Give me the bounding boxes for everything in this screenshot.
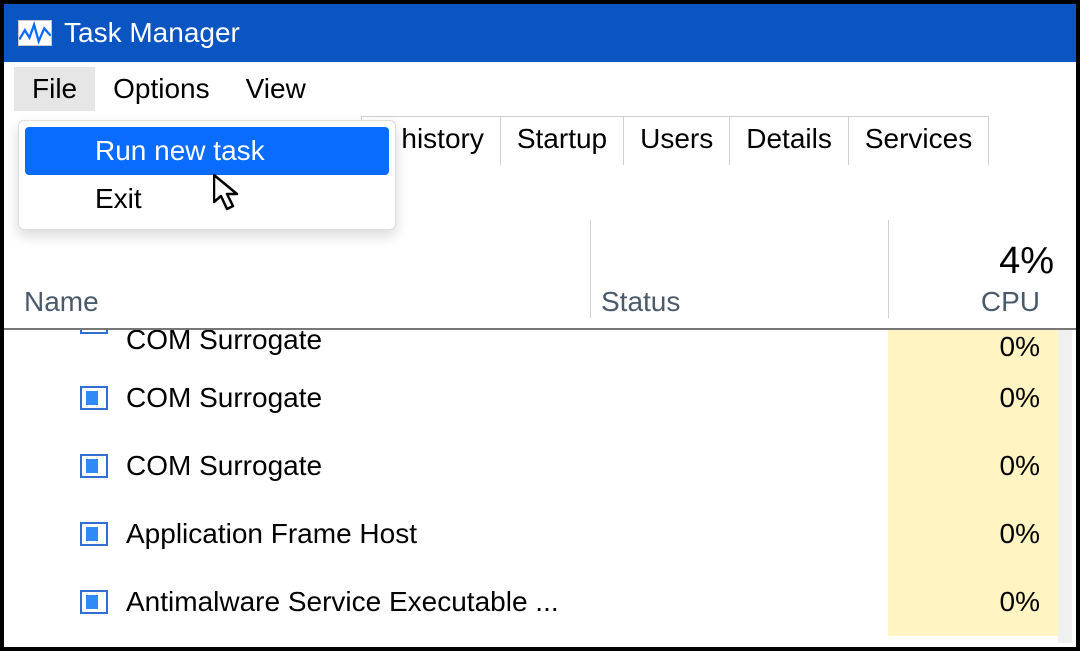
process-name: Application Frame Host bbox=[126, 518, 417, 550]
window-title: Task Manager bbox=[64, 17, 240, 49]
process-icon bbox=[80, 590, 108, 614]
table-row[interactable]: Antimalware Service Executable ... 0% bbox=[4, 568, 1058, 636]
menu-run-new-task[interactable]: Run new task bbox=[25, 127, 389, 175]
column-headers: Name Status 4% CPU bbox=[4, 222, 1076, 330]
column-name[interactable]: Name bbox=[24, 286, 580, 318]
menu-file[interactable]: File bbox=[14, 67, 95, 111]
menu-bar: File Options View bbox=[4, 62, 1076, 116]
tab-users[interactable]: Users bbox=[623, 116, 730, 165]
column-status[interactable]: Status bbox=[590, 220, 888, 318]
process-icon bbox=[80, 522, 108, 546]
file-menu-dropdown: Run new task Exit bbox=[18, 120, 396, 230]
tab-startup[interactable]: Startup bbox=[500, 116, 624, 165]
task-manager-icon bbox=[18, 20, 52, 46]
table-row[interactable]: Application Frame Host 0% bbox=[4, 500, 1058, 568]
process-cpu: 0% bbox=[888, 500, 1058, 568]
process-name: Antimalware Service Executable ... bbox=[126, 586, 559, 618]
process-name: COM Surrogate bbox=[126, 450, 322, 482]
process-cpu: 0% bbox=[888, 568, 1058, 636]
menu-options[interactable]: Options bbox=[95, 67, 228, 111]
table-row[interactable]: COM Surrogate 0% bbox=[4, 330, 1058, 364]
process-name: COM Surrogate bbox=[126, 382, 322, 414]
process-icon bbox=[80, 454, 108, 478]
menu-view[interactable]: View bbox=[228, 67, 324, 111]
table-row[interactable]: COM Surrogate 0% bbox=[4, 432, 1058, 500]
tab-details[interactable]: Details bbox=[729, 116, 849, 165]
process-cpu: 0% bbox=[888, 364, 1058, 432]
process-icon bbox=[80, 386, 108, 410]
tab-services[interactable]: Services bbox=[848, 116, 989, 165]
process-cpu: 0% bbox=[888, 330, 1058, 364]
title-bar: Task Manager bbox=[4, 4, 1076, 62]
menu-exit[interactable]: Exit bbox=[25, 175, 389, 223]
process-list: COM Surrogate 0% COM Surrogate 0% COM Su… bbox=[4, 330, 1058, 647]
process-name: COM Surrogate bbox=[126, 330, 322, 356]
table-row[interactable]: COM Surrogate 0% bbox=[4, 364, 1058, 432]
process-icon bbox=[80, 330, 108, 334]
column-cpu[interactable]: CPU bbox=[888, 220, 1062, 318]
scrollbar[interactable] bbox=[1058, 330, 1072, 643]
process-cpu: 0% bbox=[888, 432, 1058, 500]
